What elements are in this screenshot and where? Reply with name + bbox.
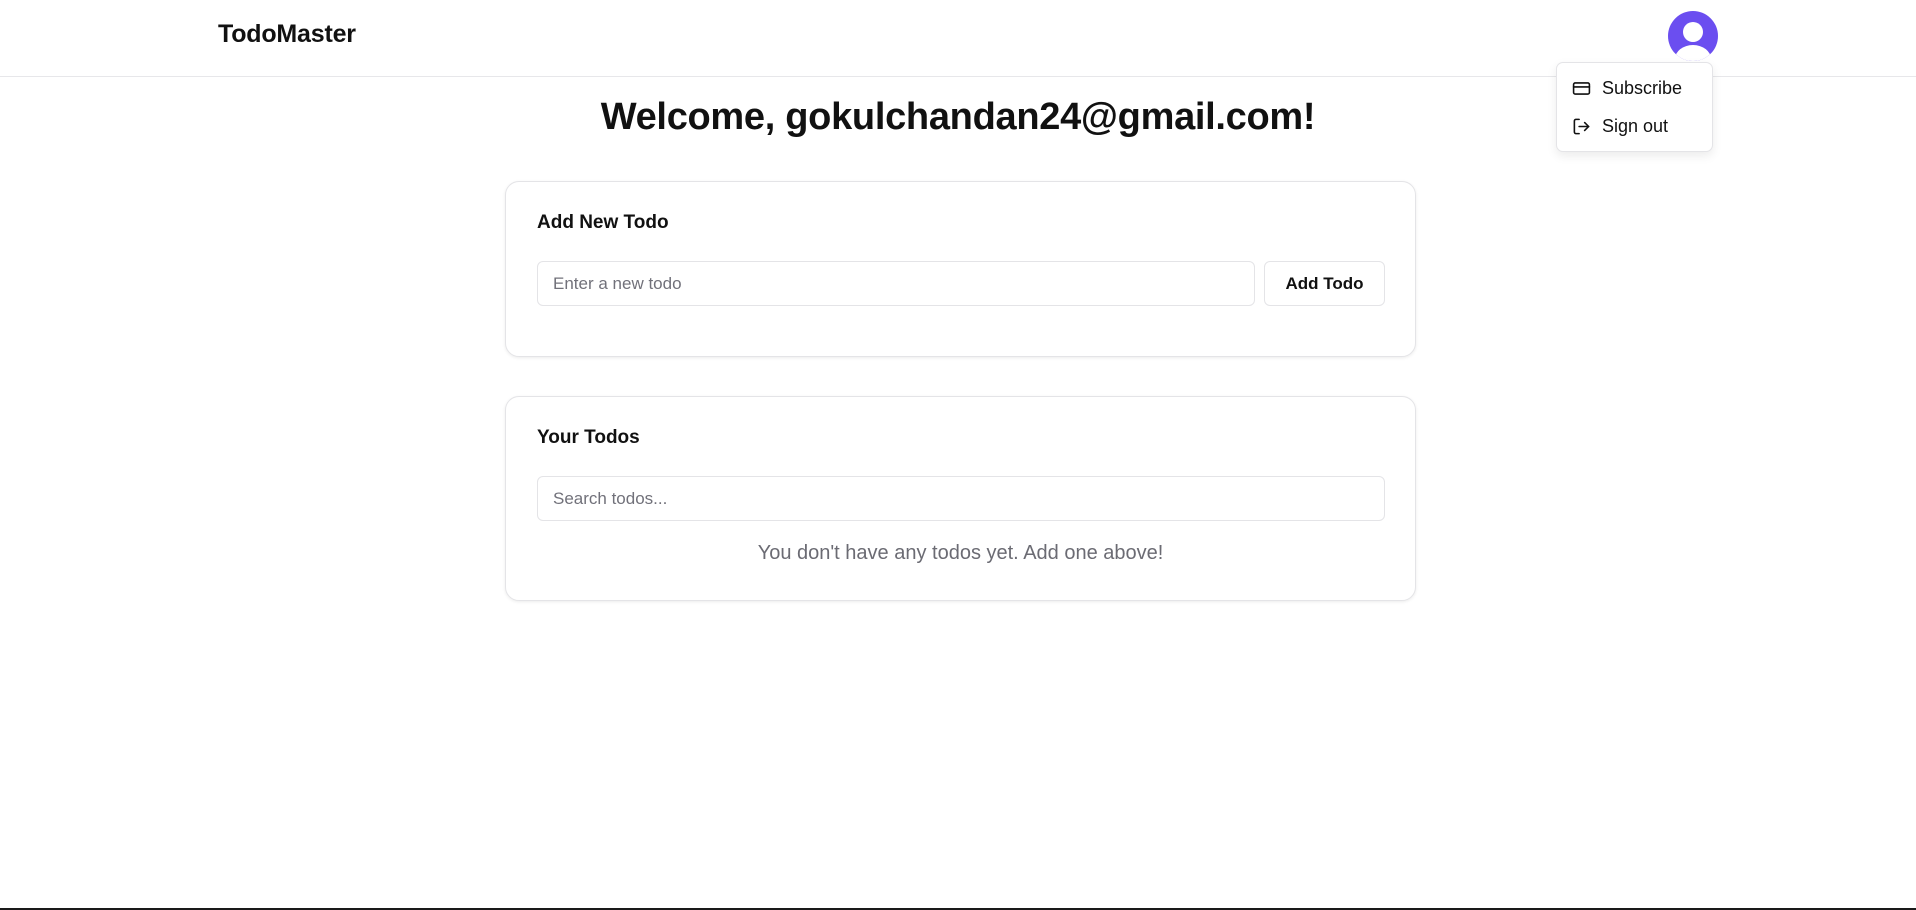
user-avatar-button[interactable] [1668,11,1718,61]
new-todo-input[interactable] [537,261,1255,306]
add-todo-button[interactable]: Add Todo [1264,261,1385,306]
add-todo-title: Add New Todo [537,212,669,233]
todo-list-title: Your Todos [537,427,640,448]
todo-list-card: Your Todos You don't have any todos yet.… [505,396,1416,601]
brand-logo-text[interactable]: TodoMaster [218,20,356,49]
credit-card-icon [1572,81,1591,95]
app-page: TodoMaster Subscribe Sign out Welcome, g [0,0,1916,910]
welcome-heading: Welcome, gokulchandan24@gmail.com! [600,96,1316,138]
add-todo-card: Add New Todo Add Todo [505,181,1416,357]
empty-state-message: You don't have any todos yet. Add one ab… [757,542,1164,564]
search-todos-input[interactable] [537,476,1385,521]
